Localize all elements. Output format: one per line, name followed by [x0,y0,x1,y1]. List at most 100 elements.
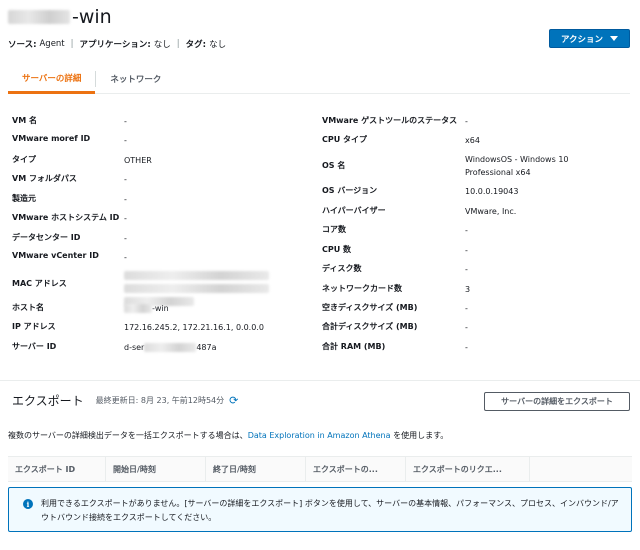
column-header-export-request[interactable]: エクスポートのリクエ... [406,457,530,481]
detail-row-vcenter: VMware vCenter ID - [12,251,312,264]
redacted-mac-line [124,271,269,280]
detail-label: コア数 [322,225,346,234]
export-header: エクスポート 最終更新日: 8月 23, 午前12時54分 ⟳ [12,392,238,409]
detail-value: x64 [465,136,480,145]
detail-row-hypervisor: ハイパーバイザー VMware, Inc. [322,205,622,218]
detail-value: WindowsOS - Windows 10 Professional x64 [465,155,569,177]
column-header-end-time[interactable]: 終了日/時刻 [206,457,306,481]
detail-row-vm-name: VM 名 - [12,115,312,128]
no-exports-info-alert: i 利用できるエクスポートがありません。[サーバーの詳細をエクスポート] ボタン… [8,487,632,532]
detail-label: VMware moref ID [12,134,91,143]
export-title: エクスポート [12,394,84,408]
actions-button-label: アクション [560,34,604,45]
detail-row-cpus: CPU 数 - [322,244,622,257]
column-header-start-time[interactable]: 開始日/時刻 [106,457,206,481]
export-server-details-button[interactable]: サーバーの詳細をエクスポート [484,392,630,411]
detail-value: - [465,304,468,313]
detail-tabs: サーバーの詳細 ネットワーク [8,64,630,94]
detail-value: - [124,117,127,126]
actions-dropdown-button[interactable]: アクション [549,29,630,48]
server-meta: ソース: Agent | アプリケーション: なし | タグ: なし [8,38,226,50]
detail-value: - [124,234,127,243]
info-icon: i [23,499,33,509]
detail-row-datacenter: データセンター ID - [12,232,312,245]
column-header-export-id[interactable]: エクスポート ID [8,457,106,481]
redacted-server-id [144,343,197,352]
detail-row-cpu-type: CPU タイプ x64 [322,134,622,147]
meta-separator: | [70,39,74,49]
page-title: -win [8,4,112,30]
source-value: Agent [39,39,65,49]
detail-row-total-ram: 合計 RAM (MB) - [322,341,622,354]
detail-value: - [124,214,127,223]
detail-label: IP アドレス [12,322,56,331]
tab-server-details[interactable]: サーバーの詳細 [8,64,96,94]
detail-row-free-disk: 空きディスクサイズ (MB) - [322,302,622,315]
detail-row-moref: VMware moref ID - [12,134,312,147]
detail-row-os-version: OS バージョン 10.0.0.19043 [322,185,622,198]
server-id-prefix: d-ser [124,343,145,352]
detail-label: ハイパーバイザー [322,206,386,215]
detail-label: 空きディスクサイズ (MB) [322,303,418,312]
detail-label: CPU 数 [322,245,352,254]
detail-row-vm-folder: VM フォルダパス - [12,173,312,186]
detail-value: d-ser 487a [124,341,309,354]
detail-label: MAC アドレス [12,279,67,288]
detail-value: VMware, Inc. [465,207,517,216]
detail-value: -win [124,302,309,315]
detail-label: タイプ [12,155,36,164]
detail-row-cores: コア数 - [322,224,622,237]
detail-row-guest-tools: VMware ゲストツールのステータス - [322,115,622,128]
detail-value: - [465,117,468,126]
detail-row-disks: ディスク数 - [322,263,622,276]
detail-value: - [124,253,127,262]
column-header-export-status[interactable]: エクスポートの... [306,457,406,481]
detail-row-hostname: ホスト名 -win [12,302,312,315]
export-desc-text: 複数のサーバーの詳細検出データを一括エクスポートする場合は、 [8,431,248,440]
detail-row-ip: IP アドレス 172.16.245.2, 172.21.16.1, 0.0.0… [12,321,312,334]
detail-row-os-name: OS 名 WindowsOS - Windows 10 Professional… [322,153,622,179]
detail-label: VMware ゲストツールのステータス [322,116,458,125]
meta-separator: | [176,39,180,49]
refresh-icon[interactable]: ⟳ [229,394,238,407]
detail-row-total-disk: 合計ディスクサイズ (MB) - [322,321,622,334]
export-last-updated: 最終更新日: 8月 23, 午前12時54分 [95,396,225,405]
detail-label: OS 名 [322,161,346,170]
redacted-server-name [8,10,70,24]
detail-value: - [465,265,468,274]
detail-label: データセンター ID [12,233,81,242]
detail-value: - [124,136,127,145]
detail-value: 10.0.0.19043 [465,187,519,196]
detail-value: 3 [465,285,471,294]
detail-value: - [124,195,127,204]
application-value: なし [153,40,171,50]
column-header-empty [530,457,632,481]
athena-link[interactable]: Data Exploration in Amazon Athena [248,431,391,440]
detail-label: 合計ディスクサイズ (MB) [322,322,418,331]
detail-label: VM 名 [12,116,37,125]
no-exports-message: 利用できるエクスポートがありません。[サーバーの詳細をエクスポート] ボタンを使… [41,499,619,522]
detail-label: OS バージョン [322,186,378,195]
detail-value: 172.16.245.2, 172.21.16.1, 0.0.0.0 [124,323,264,332]
detail-label: ホスト名 [12,303,44,312]
detail-value: - [465,323,468,332]
caret-down-icon [610,36,619,41]
detail-value: - [465,343,468,352]
detail-label: VMware ホストシステム ID [12,213,120,222]
detail-row-type: タイプ OTHER [12,154,312,167]
server-id-suffix: 487a [196,343,217,352]
detail-label: 合計 RAM (MB) [322,342,386,351]
detail-value: - [465,226,468,235]
tab-network[interactable]: ネットワーク [96,64,175,94]
application-label: アプリケーション: [79,40,151,50]
tag-value: なし [209,40,227,50]
exports-table-header: エクスポート ID 開始日/時刻 終了日/時刻 エクスポートの... エクスポー… [8,456,632,482]
detail-label: ネットワークカード数 [322,284,402,293]
detail-row-nics: ネットワークカード数 3 [322,283,622,296]
detail-row-server-id: サーバー ID d-ser 487a [12,341,312,354]
detail-label: サーバー ID [12,342,57,351]
detail-value: - [124,175,127,184]
detail-label: VM フォルダパス [12,174,77,183]
tag-label: タグ: [185,40,207,50]
redacted-mac-line [124,284,269,293]
